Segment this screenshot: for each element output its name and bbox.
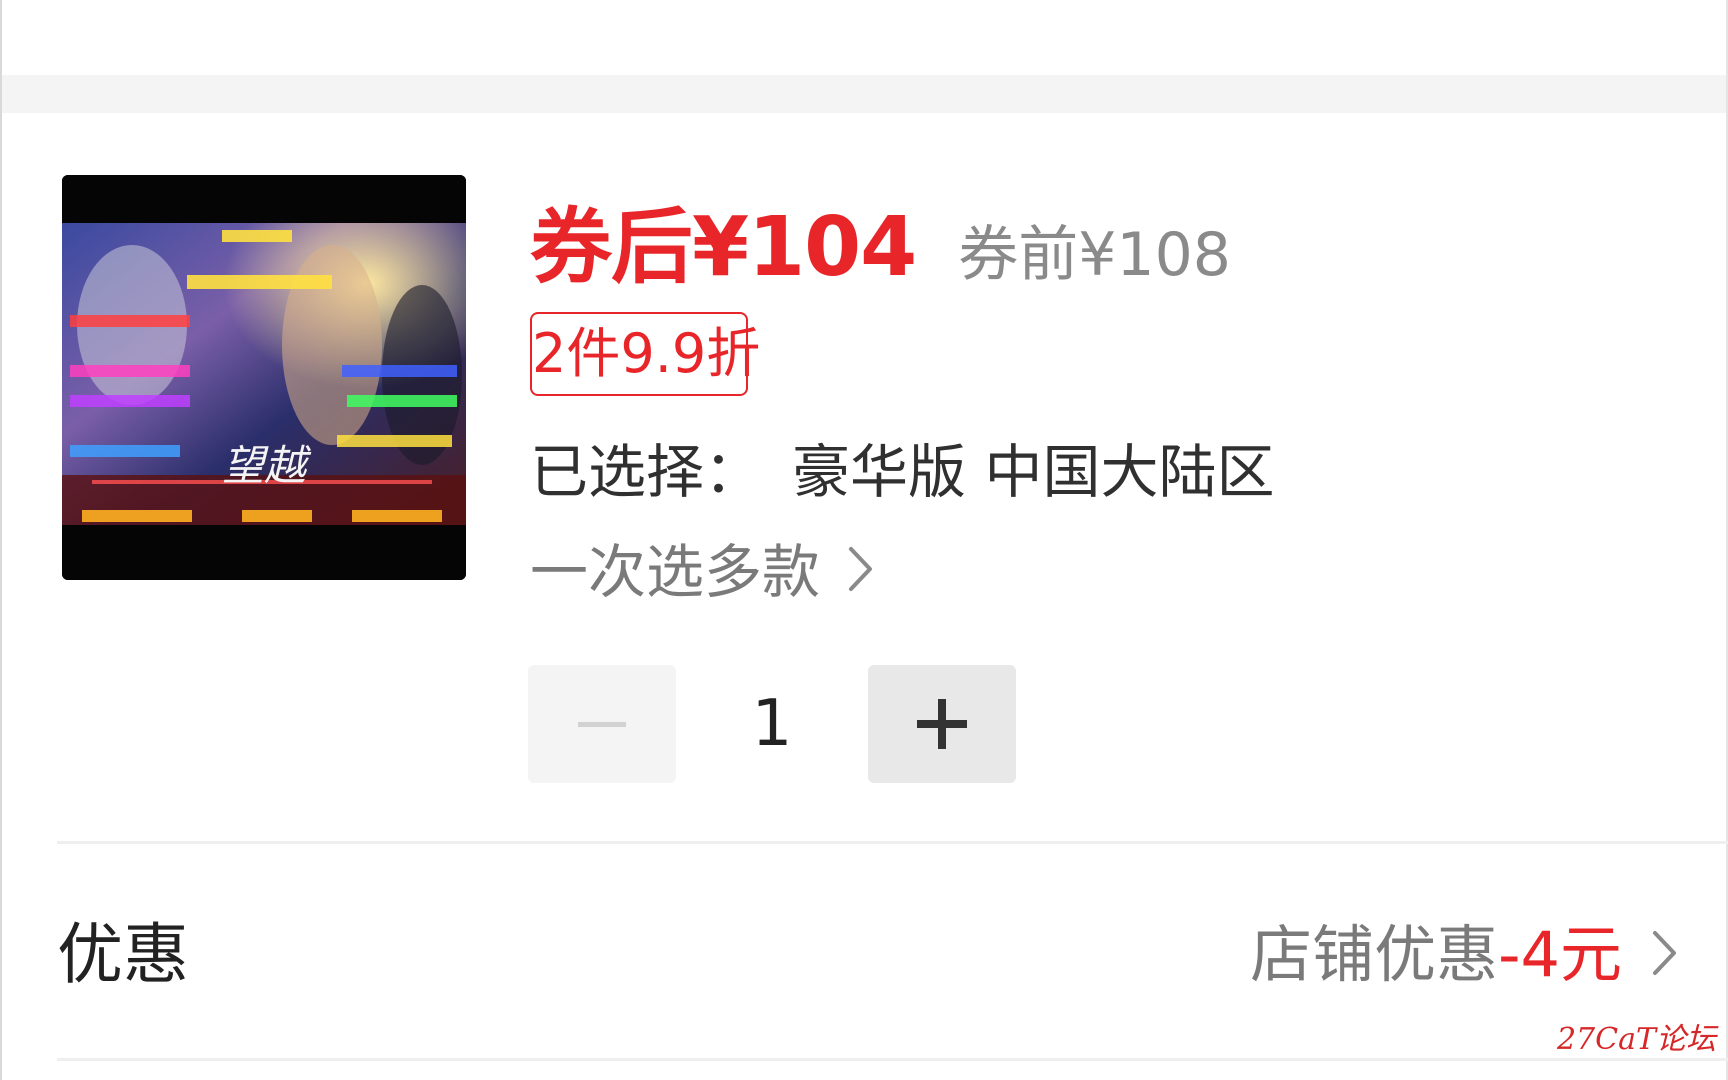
divider: [57, 841, 1728, 844]
price-row: 券后¥104 券前¥108: [530, 180, 1231, 295]
watermark: 27CaT论坛: [1556, 1022, 1716, 1057]
product-sku-panel: 望越 券后¥104 券前¥108 2件9.9折 已选择： 豪华版 中国大陆区 一次…: [0, 0, 1728, 1080]
selected-value: 豪华版 中国大陆区: [792, 438, 1275, 506]
shop-discount-value: -4元: [1498, 918, 1622, 991]
divider: [57, 1058, 1728, 1061]
section-separator: [2, 75, 1726, 113]
shop-discount-link[interactable]: 店铺优惠 -4元: [1250, 910, 1678, 1000]
multi-select-label: 一次选多款: [530, 538, 821, 606]
promo-tag: 2件9.9折: [530, 312, 760, 396]
selected-label: 已选择：: [530, 438, 763, 506]
chevron-right-icon: [848, 532, 874, 612]
original-price: 券前¥108: [958, 220, 1231, 290]
image-title: 望越: [222, 441, 312, 490]
minus-icon: [578, 722, 626, 727]
quantity-increase-button[interactable]: [868, 665, 1016, 783]
chevron-right-icon: [1652, 910, 1678, 1000]
left-border: [0, 0, 2, 1080]
product-image[interactable]: 望越: [62, 175, 466, 580]
quantity-value[interactable]: 1: [676, 665, 868, 783]
quantity-decrease-button[interactable]: [528, 665, 676, 783]
selected-spec[interactable]: 已选择： 豪华版 中国大陆区: [530, 432, 1274, 512]
shop-discount-label: 店铺优惠: [1250, 918, 1499, 991]
multi-select-link[interactable]: 一次选多款: [530, 532, 874, 612]
coupon-price: 券后¥104: [530, 200, 917, 295]
discount-label: 优惠: [57, 916, 189, 993]
